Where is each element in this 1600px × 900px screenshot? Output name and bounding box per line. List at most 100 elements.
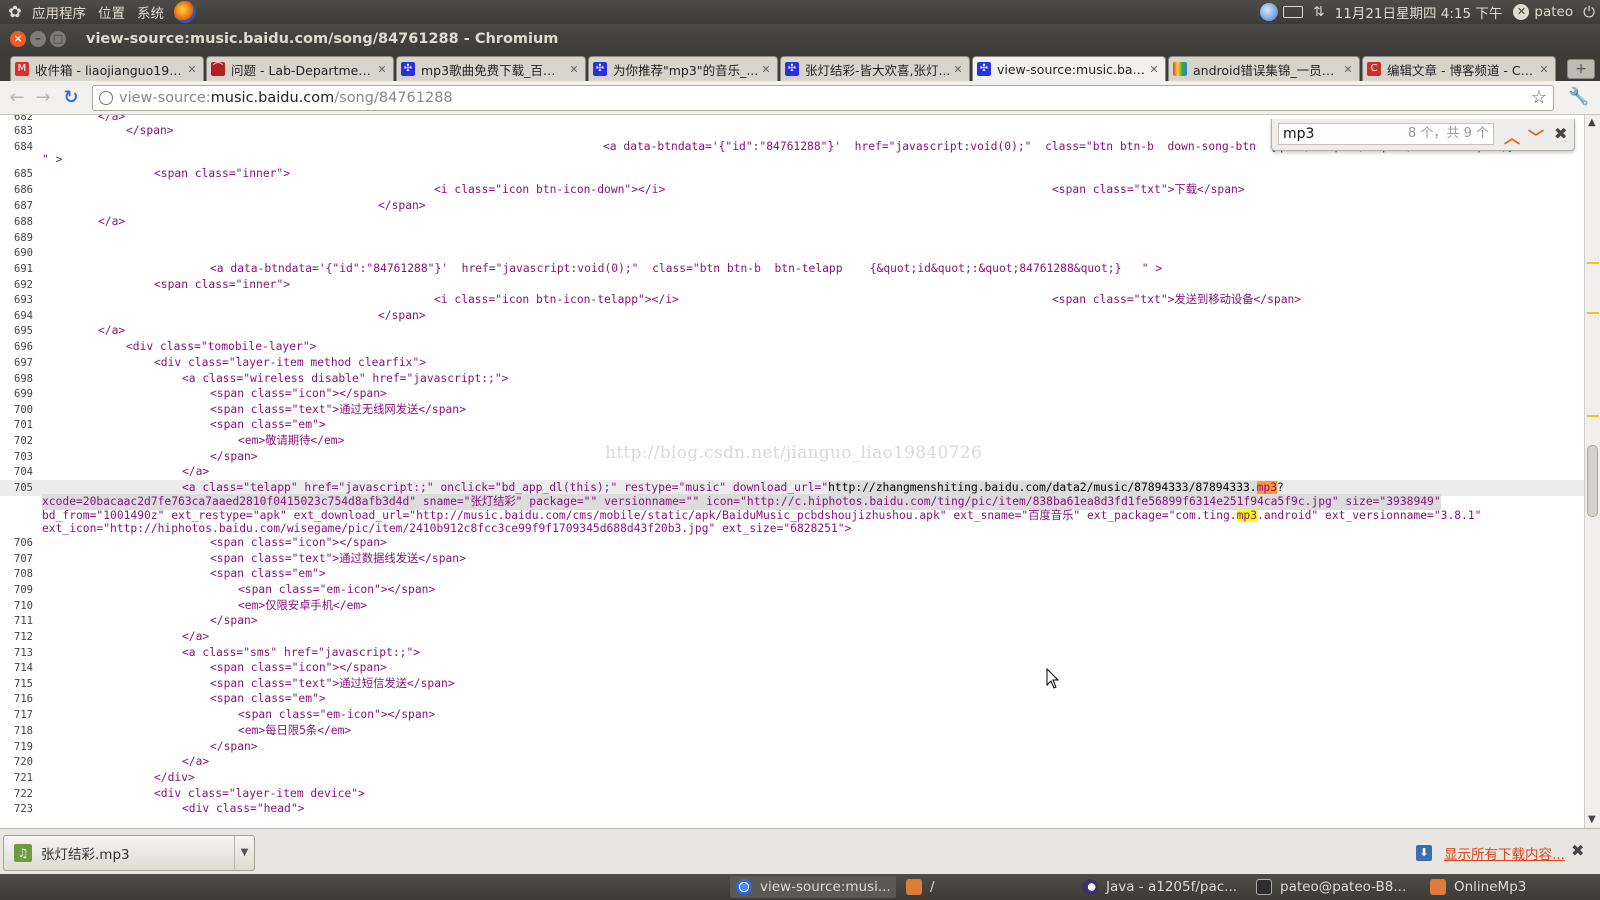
source-line: 691 <a data-btndata='{"id":"84761288"}' h…	[14, 262, 1163, 275]
network-arrows-icon[interactable]: ⇅	[1308, 4, 1329, 20]
download-shelf: ♫ 张灯结彩.mp3 ▼ ⬇ 显示所有下载内容... ✖	[0, 828, 1600, 874]
folder-icon	[906, 879, 922, 895]
find-bar: mp3 8 个，共 9 个 ︿ ﹀ ✖	[1271, 119, 1575, 151]
tab-baidu-song[interactable]: ✣ 张灯结彩-皆大欢喜,张灯... ✕	[780, 56, 970, 81]
forward-arrow-icon[interactable]: →	[32, 87, 54, 109]
source-line: 697 <div class="layer-item method clearfi…	[14, 356, 427, 369]
username[interactable]: pateo	[1529, 4, 1578, 20]
source-line: 721 </div>	[14, 771, 195, 784]
taskbar-label: OnlineMp3	[1454, 879, 1527, 895]
keyboard-icon[interactable]	[1283, 6, 1304, 18]
taskbar-item-folder-root[interactable]: /	[900, 876, 1050, 898]
address-bar[interactable]: view-source: music.baidu.com/song/8476128…	[92, 85, 1554, 111]
source-line: 690	[14, 247, 33, 259]
taskbar-item-eclipse[interactable]: Java - a1205f/pac...	[1076, 876, 1240, 898]
taskbar-label: view-source:musi...	[760, 879, 891, 895]
source-line: 718 <em>每日限5条</em>	[14, 724, 352, 737]
wrench-menu-icon[interactable]: 🔧	[1568, 87, 1589, 107]
download-filename: 张灯结彩.mp3	[41, 847, 130, 863]
source-line: 717 <span class="em-icon"></span>	[14, 708, 436, 721]
tab-view-source[interactable]: ✣ view-source:music.baid... ✕	[972, 56, 1166, 81]
source-line: 714 <span class="icon"></span>	[14, 661, 387, 674]
datetime[interactable]: 11月21日星期四 4:15 下午	[1330, 2, 1508, 22]
terminal-icon	[1256, 879, 1272, 895]
tab-close-icon[interactable]: ✕	[951, 63, 965, 76]
chevron-down-icon[interactable]: ▼	[234, 836, 254, 870]
csdn-icon: C	[1367, 62, 1381, 76]
tab-baidu-mp3[interactable]: ✣ mp3歌曲免费下载_百度... ✕	[396, 56, 586, 81]
tab-close-icon[interactable]: ✕	[1341, 63, 1355, 76]
find-query: mp3	[1283, 126, 1315, 142]
source-line: 723 <div class="head">	[14, 802, 305, 815]
vertical-scrollbar[interactable]: ▲ ▼	[1584, 115, 1600, 828]
firefox-launcher-icon[interactable]	[174, 1, 196, 23]
scroll-down-arrow-icon[interactable]: ▼	[1588, 814, 1596, 825]
tab-redmine[interactable]: ⌒ 问题 - Lab-Department ... ✕	[206, 56, 394, 81]
window-close-button[interactable]: ×	[10, 31, 26, 47]
gmail-icon: M	[15, 62, 29, 76]
find-match-count: 8 个，共 9 个	[1408, 126, 1489, 141]
bookmark-star-icon[interactable]: ☆	[1531, 87, 1547, 108]
find-next-icon[interactable]: ﹀	[1528, 124, 1544, 148]
tab-gmail[interactable]: M 收件箱 - liaojianguo198... ✕	[10, 56, 204, 81]
menu-system[interactable]: 系统	[131, 2, 170, 22]
tab-close-icon[interactable]: ✕	[185, 63, 199, 76]
user-status-icon[interactable]: ✕	[1513, 4, 1530, 20]
baidu-icon: ✣	[401, 62, 415, 76]
shelf-close-icon[interactable]: ✖	[1571, 841, 1584, 860]
tab-close-icon[interactable]: ✕	[759, 63, 773, 76]
colorful-icon	[1173, 62, 1187, 76]
tab-close-icon[interactable]: ✕	[567, 63, 581, 76]
taskbar-item-terminal[interactable]: pateo@pateo-B8...	[1250, 876, 1416, 898]
find-input[interactable]: mp3 8 个，共 9 个	[1278, 123, 1494, 145]
source-line: 704 </a>	[14, 465, 210, 478]
reload-icon[interactable]: ↻	[60, 87, 82, 109]
taskbar-item-onlinemp3[interactable]: OnlineMp3	[1424, 876, 1594, 898]
source-line: 720 </a>	[14, 755, 210, 768]
taskbar-item-chromium[interactable]: view-source:musi...	[730, 876, 896, 898]
taskbar-label: Java - a1205f/pac...	[1106, 879, 1238, 895]
tab-label: 张灯结彩-皆大欢喜,张灯...	[805, 62, 951, 78]
tab-close-icon[interactable]: ✕	[1147, 63, 1161, 76]
tab-close-icon[interactable]: ✕	[375, 63, 389, 76]
tab-android-errors[interactable]: android错误集锦_一员程... ✕	[1168, 56, 1360, 81]
window-title: view-source:music.baidu.com/song/8476128…	[86, 31, 559, 47]
scroll-up-arrow-icon[interactable]: ▲	[1588, 117, 1596, 128]
find-close-icon[interactable]: ✖	[1554, 124, 1567, 143]
watermark: http://blog.csdn.net/jianguo_liao1984072…	[605, 443, 982, 463]
view-source-content[interactable]: 682 </a> 683 </span> 684 <a data-btndata='{…	[0, 115, 1584, 828]
new-tab-button[interactable]: +	[1567, 59, 1595, 79]
find-tick-mark	[1587, 262, 1599, 264]
network-globe-icon[interactable]	[1260, 3, 1279, 21]
show-all-downloads[interactable]: ⬇ 显示所有下载内容...	[1416, 843, 1565, 863]
source-line: 708 <span class="em">	[14, 567, 326, 580]
chromium-icon	[736, 879, 752, 895]
tab-baidu-recommend[interactable]: ✣ 为你推荐"mp3"的音乐_... ✕	[588, 56, 778, 81]
tab-csdn-edit[interactable]: C 编辑文章 - 博客频道 - CS... ✕	[1362, 56, 1556, 81]
download-arrow-icon: ⬇	[1416, 845, 1432, 861]
source-line: 711 </span>	[14, 614, 258, 627]
download-item[interactable]: ♫ 张灯结彩.mp3 ▼	[3, 835, 255, 871]
baidu-icon: ✣	[593, 62, 607, 76]
tab-strip: M 收件箱 - liaojianguo198... ✕ ⌒ 问题 - Lab-D…	[0, 54, 1600, 81]
top-panel: ✿ 应用程序 位置 系统 ⇅ 11月21日星期四 4:15 下午 ✕ pateo…	[0, 0, 1600, 24]
url-scheme: view-source:	[119, 90, 211, 106]
source-line: 688 </a>	[14, 215, 126, 228]
show-all-downloads-link[interactable]: 显示所有下载内容...	[1444, 843, 1565, 863]
scroll-thumb[interactable]	[1587, 445, 1598, 517]
find-previous-icon[interactable]: ︿	[1504, 124, 1520, 148]
bottom-taskbar: view-source:musi... / Java - a1205f/pac.…	[0, 874, 1600, 900]
back-arrow-icon[interactable]: ←	[6, 87, 28, 109]
gnome-foot-icon[interactable]: ✿	[4, 1, 26, 23]
power-icon[interactable]: ⏻	[1578, 3, 1600, 21]
page-icon	[99, 91, 113, 105]
window-titlebar: × – □ view-source:music.baidu.com/song/8…	[0, 24, 1600, 54]
source-line: 715 <span class="text">通过短信发送</span>	[14, 677, 455, 690]
mouse-cursor-icon	[1046, 668, 1060, 689]
window-minimize-button[interactable]: –	[30, 31, 46, 47]
window-maximize-button[interactable]: □	[50, 31, 66, 47]
tab-close-icon[interactable]: ✕	[1537, 63, 1551, 76]
menu-applications[interactable]: 应用程序	[26, 2, 92, 22]
menu-places[interactable]: 位置	[92, 2, 131, 22]
source-line: 722 <div class="layer-item device">	[14, 787, 365, 800]
